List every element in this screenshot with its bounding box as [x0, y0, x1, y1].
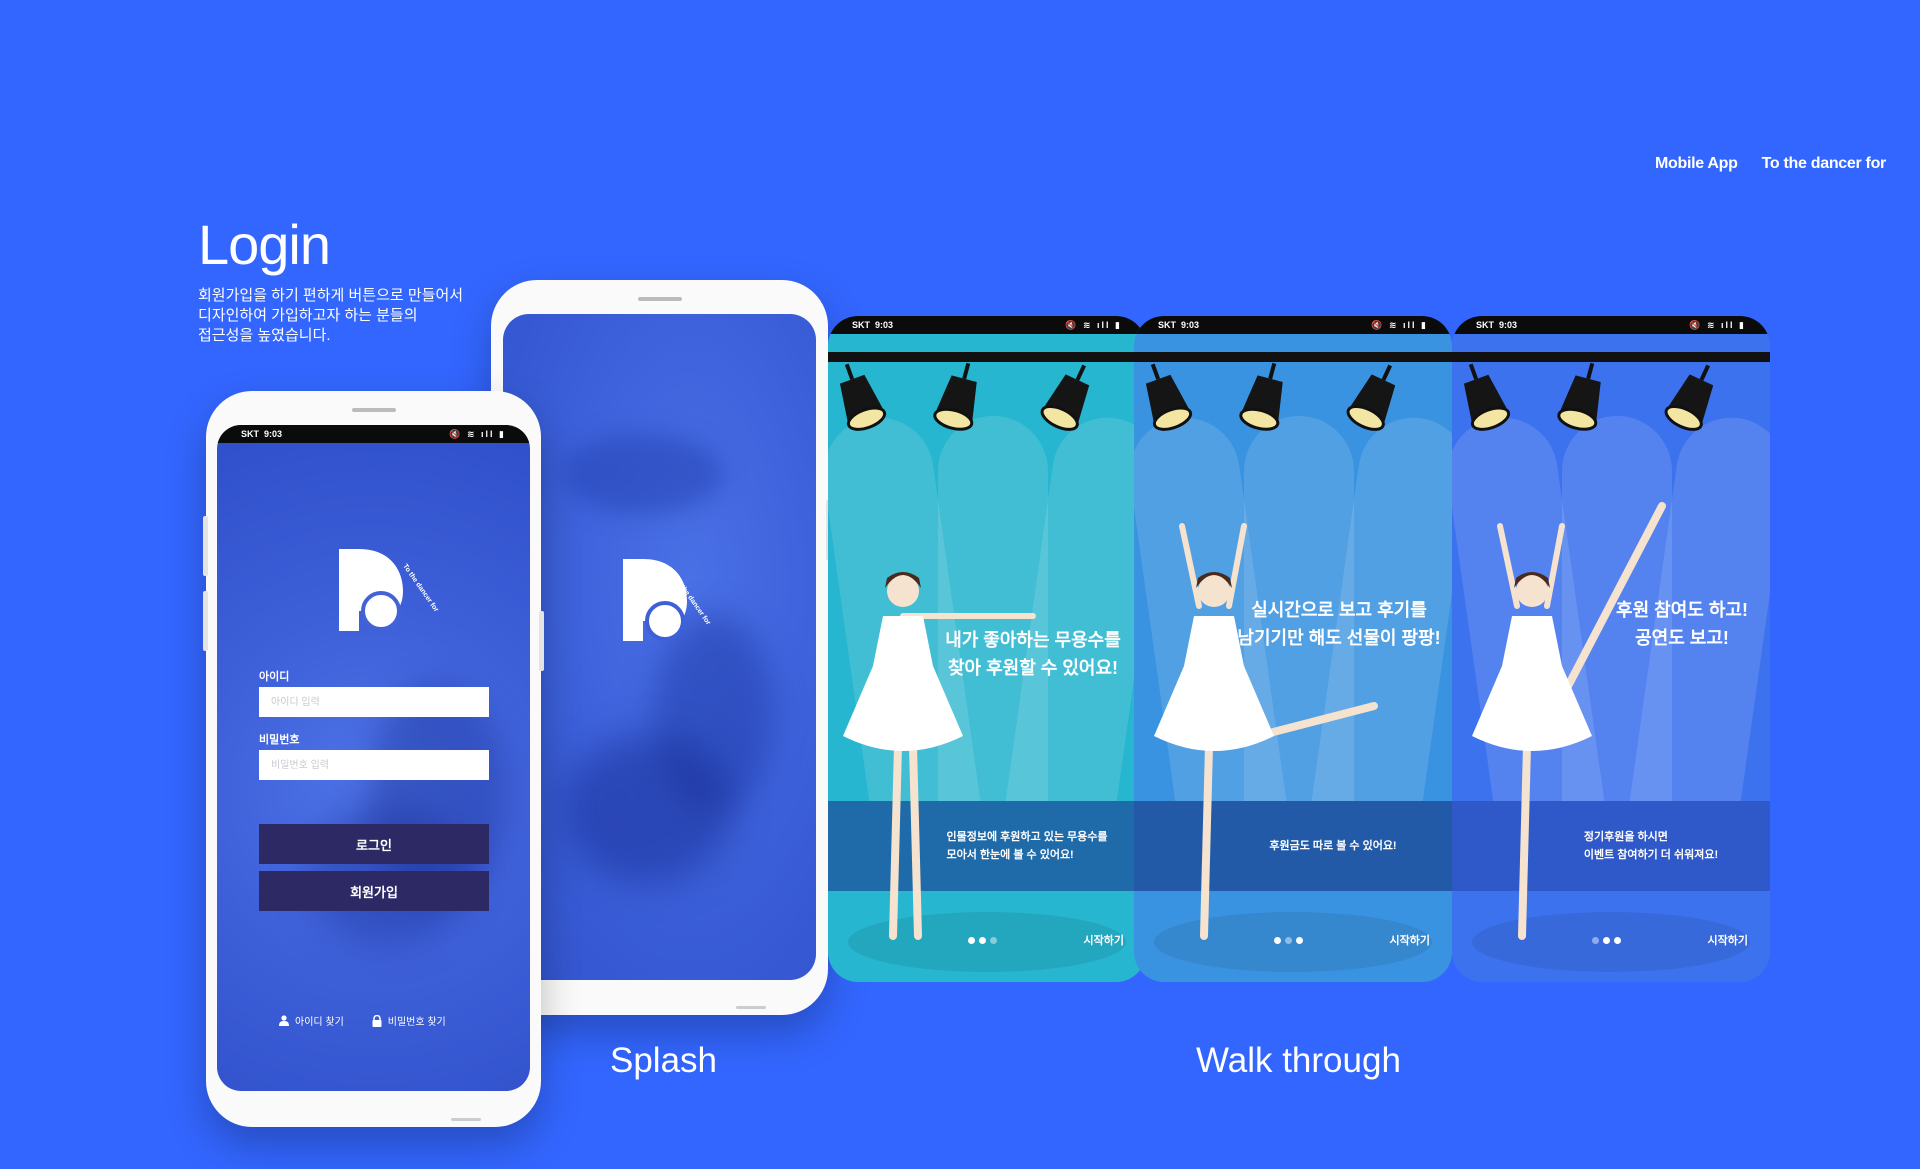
- page-title: Login: [198, 213, 331, 276]
- page-indicator: [1274, 937, 1303, 944]
- find-id-label: 아이디 찾기: [295, 1017, 344, 1028]
- walkthrough-screen-3: SKT 9:03 🔇 ≋ ıll ▮ 정기후원을 하시면 이벤트 참여하기 더 쉬워져…: [1452, 316, 1770, 982]
- start-button[interactable]: 시작하기: [1708, 932, 1748, 948]
- ballerina-illustration: [843, 572, 1036, 940]
- lighting-rail: [828, 352, 1146, 362]
- password-label: 비밀번호: [259, 734, 300, 746]
- page-indicator-dot[interactable]: [1614, 937, 1621, 944]
- login-description: 회원가입을 하기 편하게 버튼으로 만들어서 디자인하여 가입하고자 하는 분들…: [198, 286, 498, 346]
- status-time: 9:03: [1181, 320, 1200, 330]
- status-carrier: SKT: [241, 429, 259, 439]
- page-indicator-dot[interactable]: [1296, 937, 1303, 944]
- desc-line: 디자인하여 가입하고자 하는 분들의: [198, 307, 418, 324]
- walkthrough-screen-1: SKT 9:03 🔇 ≋ ıll ▮ 인물정보에 후원하고 있는 무용수를 모아서 한…: [828, 316, 1146, 982]
- start-button[interactable]: 시작하기: [1084, 932, 1124, 948]
- start-button[interactable]: 시작하기: [1390, 932, 1430, 948]
- status-icons: 🔇 ≋ ıll ▮: [1689, 319, 1746, 330]
- headline-line: 후원 참여도 하고!: [1616, 600, 1748, 620]
- status-time: 9:03: [1499, 320, 1518, 330]
- page-indicator-dot[interactable]: [1274, 937, 1281, 944]
- desc-line: 접근성을 높였습니다.: [198, 327, 331, 344]
- phone-speaker: [351, 408, 396, 412]
- signup-button[interactable]: 회원가입: [259, 871, 489, 911]
- headline-line: 찾아 후원할 수 있어요!: [947, 658, 1119, 678]
- splash-caption: Splash: [610, 1041, 718, 1080]
- status-time: 9:03: [875, 320, 894, 330]
- login-screen: SKT 9:03 🔇 ≋ ıll ▮ To the dancer for 아이디…: [217, 425, 530, 1091]
- find-password-link[interactable]: 비밀번호 찾기: [372, 1013, 446, 1028]
- walkthrough-headline: 실시간으로 보고 후기를남기기만 해도 선물이 팡팡!: [1234, 596, 1444, 652]
- page-indicator-dot[interactable]: [990, 937, 997, 944]
- phone-side-button: [203, 516, 208, 576]
- status-carrier-time: SKT 9:03: [241, 429, 282, 439]
- headline-line: 남기기만 해도 선물이 팡팡!: [1237, 628, 1441, 648]
- lighting-rail: [1134, 352, 1452, 362]
- page-indicator-dot[interactable]: [1592, 937, 1599, 944]
- walkthrough-caption: Walk through: [1196, 1041, 1401, 1080]
- phone-bottom-grille: [451, 1118, 481, 1121]
- ballerina-illustration: [1154, 523, 1378, 940]
- status-icons: 🔇 ≋ ıll ▮: [1371, 319, 1428, 330]
- headline-line: 내가 좋아하는 무용수를: [945, 630, 1121, 650]
- user-icon: [279, 1015, 289, 1026]
- lock-icon: [372, 1014, 382, 1027]
- find-id-link[interactable]: 아이디 찾기: [279, 1013, 344, 1028]
- id-input[interactable]: [259, 687, 489, 717]
- headline-line: 공연도 보고!: [1635, 628, 1729, 648]
- page-indicator: [968, 937, 997, 944]
- headline-line: 실시간으로 보고 후기를: [1251, 600, 1427, 620]
- find-password-label: 비밀번호 찾기: [387, 1017, 446, 1028]
- lighting-rail: [1452, 352, 1770, 362]
- status-carrier-time: SKT 9:03: [1476, 320, 1517, 330]
- nav-to-the-dancer-for[interactable]: To the dancer for: [1762, 155, 1887, 173]
- status-carrier: SKT: [1158, 320, 1176, 330]
- id-label: 아이디: [259, 671, 290, 683]
- page-indicator-dot[interactable]: [1285, 937, 1292, 944]
- status-icons: 🔇 ≋ ıll ▮: [1065, 319, 1122, 330]
- status-icons: 🔇 ≋ ıll ▮: [449, 428, 506, 439]
- status-bar: SKT 9:03 🔇 ≋ ıll ▮: [1452, 316, 1770, 334]
- phone-bottom-grille: [736, 1006, 766, 1009]
- desc-line: 회원가입을 하기 편하게 버튼으로 만들어서: [198, 287, 464, 304]
- status-bar: SKT 9:03 🔇 ≋ ıll ▮: [1134, 316, 1452, 334]
- nav-mobile-app[interactable]: Mobile App: [1655, 155, 1738, 173]
- page-indicator-dot[interactable]: [979, 937, 986, 944]
- status-carrier: SKT: [852, 320, 870, 330]
- page-indicator: [1592, 937, 1621, 944]
- login-phone: SKT 9:03 🔇 ≋ ıll ▮ To the dancer for 아이디…: [203, 391, 544, 1127]
- status-carrier-time: SKT 9:03: [1158, 320, 1199, 330]
- top-nav: Mobile App To the dancer for: [1655, 155, 1886, 173]
- walkthrough-headline: 후원 참여도 하고! 공연도 보고!: [1602, 596, 1762, 652]
- phone-side-button: [203, 591, 208, 651]
- status-carrier: SKT: [1476, 320, 1494, 330]
- dancer-photo-shape: [563, 434, 723, 514]
- splash-screen: To the dancer for: [503, 314, 816, 980]
- login-button[interactable]: 로그인: [259, 824, 489, 864]
- password-input[interactable]: [259, 750, 489, 780]
- walkthrough-screen-2: SKT 9:03 🔇 ≋ ıll ▮ 후원금도 따로 볼 수 있어요! 실시간으로 보…: [1134, 316, 1452, 982]
- page-indicator-dot[interactable]: [968, 937, 975, 944]
- walkthrough-headline: 내가 좋아하는 무용수를찾아 후원할 수 있어요!: [938, 626, 1128, 682]
- status-carrier-time: SKT 9:03: [852, 320, 893, 330]
- dancer-photo-shape: [563, 734, 733, 884]
- page-indicator-dot[interactable]: [1603, 937, 1610, 944]
- ballerina-illustration: [1472, 502, 1666, 940]
- status-time: 9:03: [264, 429, 283, 439]
- status-bar: SKT 9:03 🔇 ≋ ıll ▮: [217, 425, 530, 443]
- status-bar: SKT 9:03 🔇 ≋ ıll ▮: [828, 316, 1146, 334]
- phone-side-button: [539, 611, 544, 671]
- phone-speaker: [637, 297, 682, 301]
- find-account-links: 아이디 찾기 비밀번호 찾기: [279, 1013, 446, 1028]
